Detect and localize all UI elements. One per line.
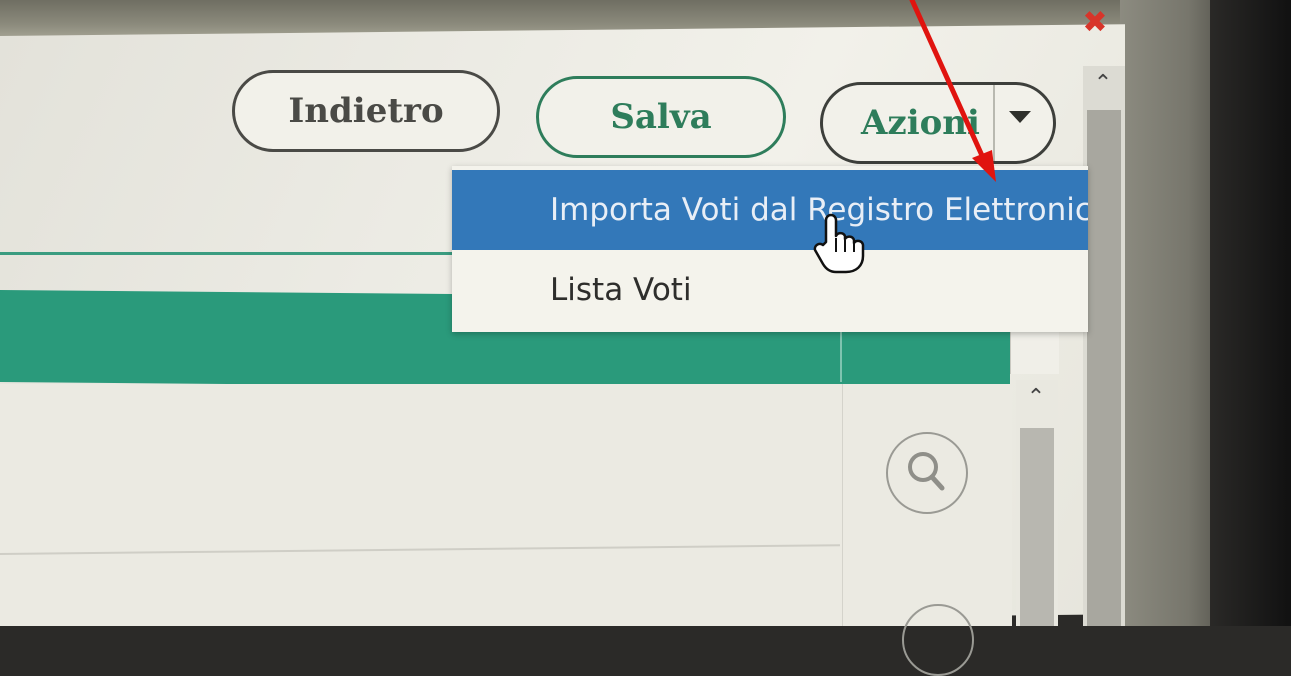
scrollbar-thumb[interactable]	[1087, 110, 1121, 626]
chevron-down-icon[interactable]	[1009, 111, 1031, 123]
scrollbar-thumb[interactable]	[1020, 428, 1054, 626]
actions-dropdown-button[interactable]: Azioni	[820, 82, 1056, 164]
search-icon[interactable]	[902, 604, 974, 676]
actions-menu: Importa Voti dal Registro Elettronico Li…	[452, 166, 1088, 332]
hand-cursor-icon	[813, 213, 865, 274]
page-scrollbar[interactable]: ⌃	[1083, 66, 1125, 626]
section-divider	[0, 252, 460, 255]
menu-item-grade-list[interactable]: Lista Voti	[452, 250, 1088, 330]
table-body	[0, 384, 1012, 626]
menu-item-label: Lista Voti	[550, 272, 692, 308]
close-icon[interactable]: ✖	[1080, 8, 1110, 38]
actions-button-label: Azioni	[861, 103, 980, 143]
table-scrollbar[interactable]: ⌃	[1016, 380, 1058, 626]
save-button-label: Salva	[610, 97, 712, 137]
scroll-up-icon[interactable]: ⌃	[1093, 73, 1113, 95]
scroll-up-icon[interactable]: ⌃	[1026, 387, 1046, 409]
search-icon[interactable]	[886, 432, 968, 514]
split-divider	[993, 85, 995, 161]
menu-item-import-grades[interactable]: Importa Voti dal Registro Elettronico	[452, 170, 1088, 250]
back-button[interactable]: Indietro	[232, 70, 500, 152]
table-column-divider	[842, 384, 843, 626]
back-button-label: Indietro	[288, 91, 444, 131]
monitor-edge	[1210, 0, 1291, 626]
save-button[interactable]: Salva	[536, 76, 786, 158]
